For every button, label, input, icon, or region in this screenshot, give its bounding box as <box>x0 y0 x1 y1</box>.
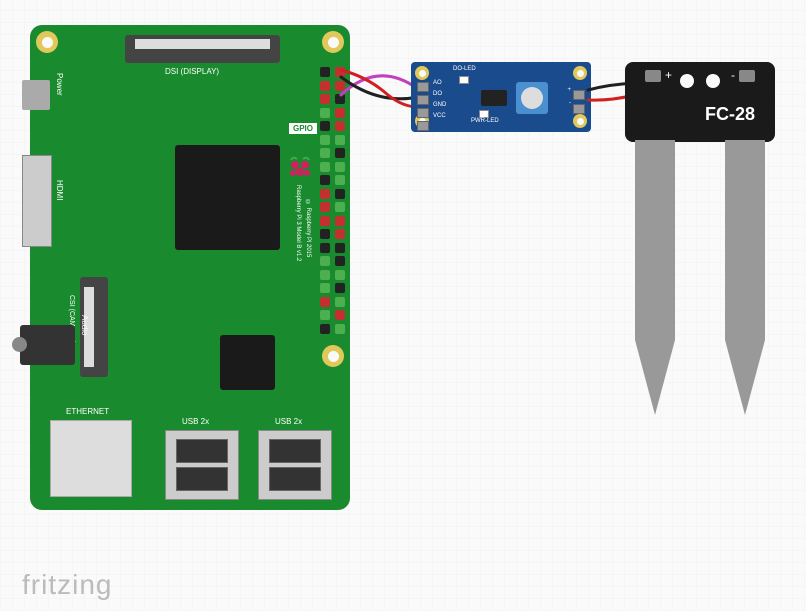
gpio-badge: GPIO <box>289 123 317 134</box>
soil-moisture-probe: + - FC-28 <box>625 62 775 417</box>
ethernet-port <box>50 420 132 497</box>
model-text-2: © Raspberry Pi 2015 <box>305 200 311 257</box>
model-text-1: Raspberry Pi 3 Model B v1.2 <box>295 185 301 261</box>
fritzing-logo: fritzing <box>22 569 112 601</box>
probe-plus-label: + <box>665 68 672 82</box>
sensor-pin-vcc-label: VCC <box>433 113 446 119</box>
power-micro-usb <box>22 80 50 110</box>
pwr-led-icon <box>479 110 489 118</box>
sensor-pin-ao-label: AO <box>433 80 442 86</box>
sensor-input-pins <box>417 82 429 131</box>
audio-label: Audio <box>80 315 89 335</box>
sensor-mounting-hole <box>573 114 587 128</box>
probe-head: + - FC-28 <box>625 62 775 142</box>
potentiometer-icon <box>516 82 548 114</box>
soil-moisture-sensor-module: AO DO GND VCC DO-LED PWR-LED + - <box>411 62 591 132</box>
dsi-label: DSI (DISPLAY) <box>165 67 219 76</box>
ethernet-label: ETHERNET <box>66 407 109 416</box>
usb-label-1: USB 2x <box>182 417 209 426</box>
mounting-hole <box>322 345 344 367</box>
do-led-label: DO-LED <box>453 66 476 72</box>
fritzing-diagram: DSI (DISPLAY) CSI (CAMERA) Power HDMI Au… <box>0 0 806 611</box>
dsi-connector <box>125 35 280 63</box>
sensor-pin-do-label: DO <box>433 91 442 97</box>
sensor-ic-chip <box>481 90 507 106</box>
probe-model-label: FC-28 <box>705 104 755 125</box>
pwr-led-label: PWR-LED <box>471 118 499 124</box>
probe-pad-minus <box>739 70 755 82</box>
do-led-icon <box>459 76 469 84</box>
soc-chip <box>175 145 280 250</box>
sensor-mounting-hole <box>573 66 587 80</box>
sensor-pin-gnd-label: GND <box>433 102 446 108</box>
probe-prong-left <box>635 140 675 415</box>
probe-mounting-hole <box>706 74 720 88</box>
audio-jack <box>20 325 75 365</box>
usb-label-2: USB 2x <box>275 417 302 426</box>
sensor-output-pins <box>573 90 585 114</box>
raspberry-pi-logo-icon <box>285 155 315 185</box>
probe-pad-plus <box>645 70 661 82</box>
secondary-chip <box>220 335 275 390</box>
mounting-hole <box>36 31 58 53</box>
sensor-out-minus-label: - <box>569 100 571 106</box>
probe-mounting-hole <box>680 74 694 88</box>
usb-port-group-1 <box>165 430 239 500</box>
hdmi-port <box>22 155 52 247</box>
usb-port-group-2 <box>258 430 332 500</box>
power-label: Power <box>55 73 64 96</box>
sensor-out-plus-label: + <box>567 87 571 93</box>
hdmi-label: HDMI <box>55 180 64 200</box>
sensor-mounting-hole <box>415 66 429 80</box>
probe-prong-right <box>725 140 765 415</box>
mounting-hole <box>322 31 344 53</box>
raspberry-pi-board: DSI (DISPLAY) CSI (CAMERA) Power HDMI Au… <box>30 25 350 510</box>
probe-minus-label: - <box>731 68 735 82</box>
